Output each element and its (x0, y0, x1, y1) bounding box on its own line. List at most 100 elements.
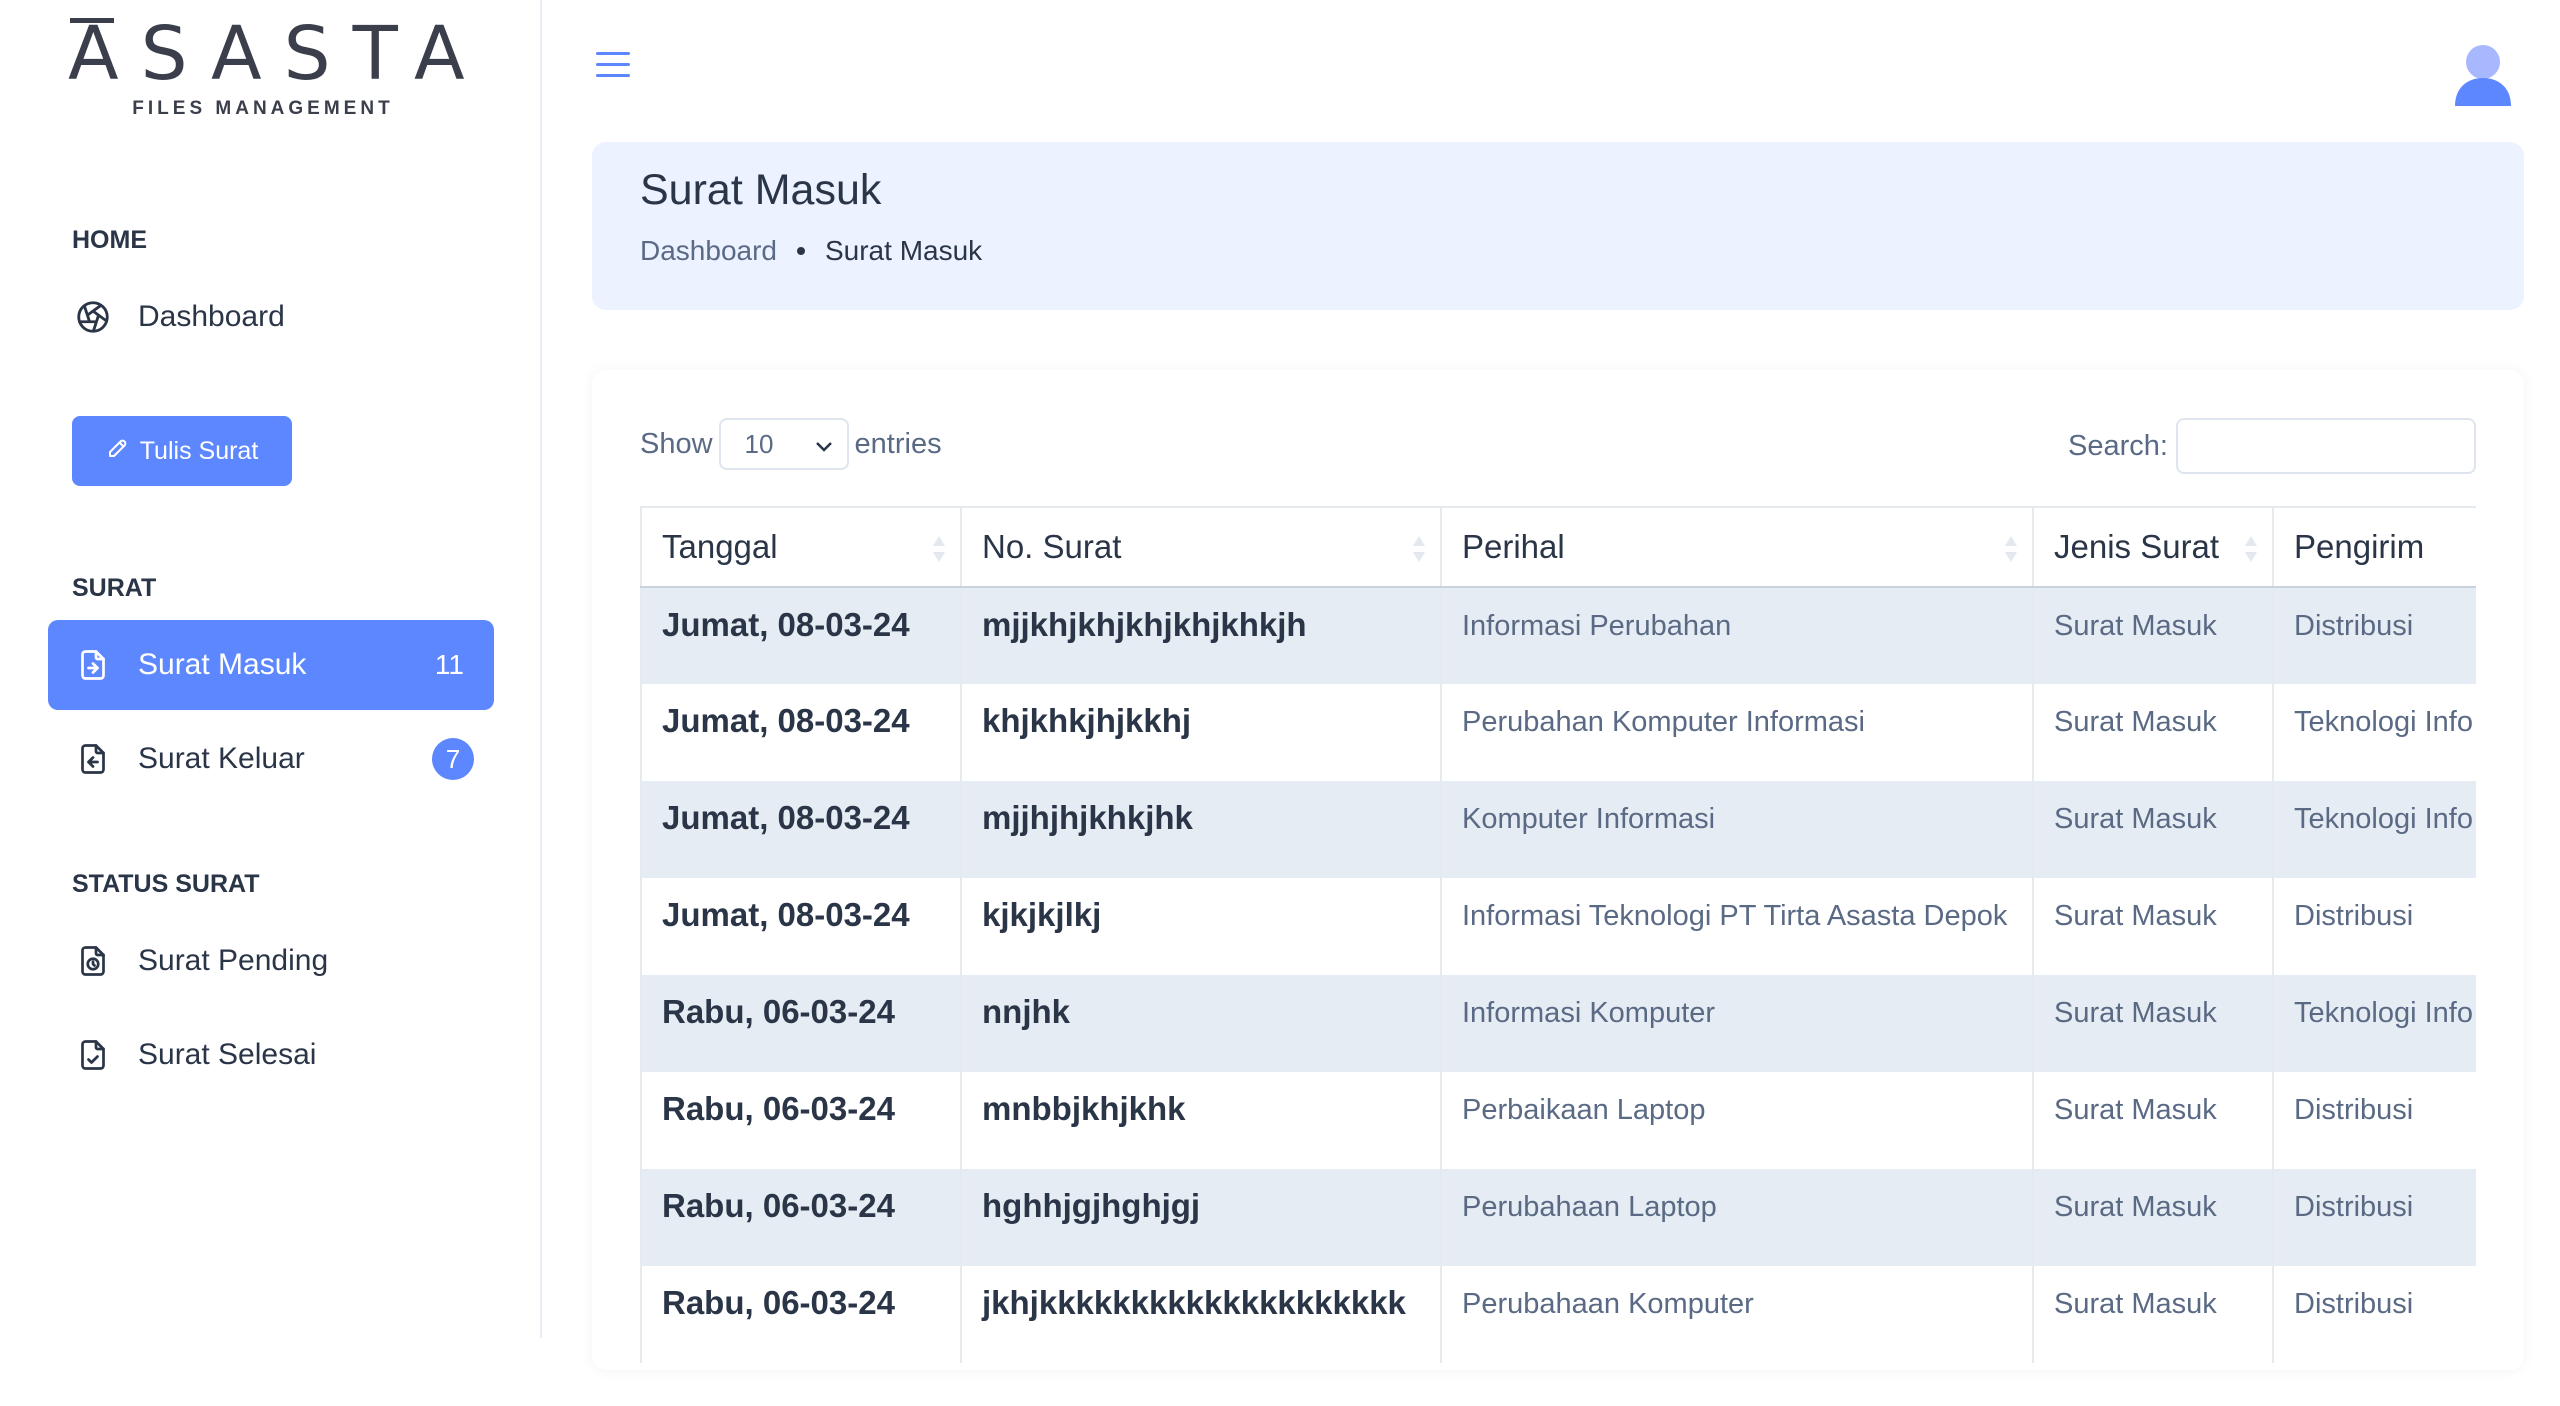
aperture-icon (72, 296, 114, 338)
table-cell-jen: Surat Masuk (2032, 1266, 2274, 1363)
table-cell-no: hghhjgjhghjgj (960, 1169, 1442, 1266)
table-header-row: Tanggal No. Surat Perihal Jenis Surat Pe… (640, 506, 2476, 588)
table-cell-per: Informasi Komputer (1440, 975, 2034, 1072)
table-row[interactable]: Jumat, 08-03-24 kjkjkjlkj Informasi Teknol… (640, 878, 2476, 975)
table-cell-date: Jumat, 08-03-24 (640, 587, 962, 684)
nav-caption-status: STATUS SURAT (72, 870, 260, 898)
search-label: Search: (2068, 429, 2168, 462)
table-cell-per: Informasi Teknologi PT Tirta Asasta Depo… (1440, 878, 2034, 975)
sidebar-item-surat-selesai[interactable]: Surat Selesai (48, 1010, 494, 1100)
sort-icon (2245, 536, 2257, 562)
table-cell-jen: Surat Masuk (2032, 684, 2274, 781)
pencil-icon (106, 436, 130, 467)
table-cell-no: kjkjkjlkj (960, 878, 1442, 975)
entries-select-value: 10 (744, 428, 774, 459)
sidebar-item-dashboard[interactable]: Dashboard (48, 272, 494, 362)
table-cell-date: Jumat, 08-03-24 (640, 878, 962, 975)
table-cell-no: khjkhkjhjkkhj (960, 684, 1442, 781)
table-row[interactable]: Jumat, 08-03-24 mjjkhjkhjkhjkhjkhkjh Infor… (640, 587, 2476, 684)
table-cell-jen: Surat Masuk (2032, 587, 2274, 684)
sidebar-item-surat-masuk[interactable]: Surat Masuk 11 (48, 620, 494, 710)
table-cell-jen: Surat Masuk (2032, 1072, 2274, 1169)
sort-icon (1413, 536, 1425, 562)
table-cell-jen: Surat Masuk (2032, 1169, 2274, 1266)
table-cell-date: Rabu, 06-03-24 (640, 975, 962, 1072)
table-cell-no: mnbbjkhjkhk (960, 1072, 1442, 1169)
write-letter-button[interactable]: Tulis Surat (72, 416, 292, 486)
table-row[interactable]: Jumat, 08-03-24 mjjhjhjkhkjhk Komputer Inf… (640, 781, 2476, 878)
search-control: Search: (2068, 418, 2476, 474)
letters-table: Tanggal No. Surat Perihal Jenis Surat Pe… (640, 506, 2476, 1363)
breadcrumb-dashboard[interactable]: Dashboard (640, 235, 777, 267)
file-check-icon (72, 1034, 114, 1076)
table-cell-pen: Teknologi Info (2272, 781, 2476, 878)
table-cell-per: Perubahaan Komputer (1440, 1266, 2034, 1363)
column-header-no-surat[interactable]: No. Surat (960, 506, 1442, 588)
breadcrumb-current: Surat Masuk (824, 235, 983, 266)
logo-macron (70, 18, 114, 23)
table-card: Show 10 entries Search: Tanggal No. Sura… (592, 370, 2524, 1370)
table-cell-no: mjjkhjkhjkhjkhjkhkjh (960, 587, 1442, 684)
logo-subtitle: FILES MANAGEMENT (132, 98, 394, 119)
table-cell-jen: Surat Masuk (2032, 781, 2274, 878)
table-row[interactable]: Jumat, 08-03-24 khjkhkjhjkkhj Perubahan Ko… (640, 684, 2476, 781)
table-cell-per: Informasi Perubahan (1440, 587, 2034, 684)
table-row[interactable]: Rabu, 06-03-24 hghhjgjhghjgj Perubahaan La… (640, 1169, 2476, 1266)
column-header-perihal[interactable]: Perihal (1440, 506, 2034, 588)
breadcrumb-separator (796, 247, 805, 255)
menu-toggle-icon[interactable] (596, 52, 630, 82)
column-header-tanggal[interactable]: Tanggal (640, 506, 962, 588)
sidebar-item-surat-keluar[interactable]: Surat Keluar 7 (48, 714, 494, 804)
table-cell-no: mjjhjhjkhkjhk (960, 781, 1442, 878)
column-header-jenis-surat[interactable]: Jenis Surat (2032, 506, 2274, 588)
entries-label: entries (854, 427, 942, 460)
table-cell-date: Jumat, 08-03-24 (640, 781, 962, 878)
table-viewport: Tanggal No. Surat Perihal Jenis Surat Pe… (640, 506, 2476, 1406)
sidebar-item-label: Dashboard (138, 300, 285, 333)
sidebar-item-label: Surat Masuk (138, 648, 307, 681)
breadcrumb: Dashboard Surat Masuk (640, 235, 2524, 267)
table-cell-no: nnjhk (960, 975, 1442, 1072)
logo-word: ASASTA (68, 11, 487, 97)
table-cell-date: Rabu, 06-03-24 (640, 1266, 962, 1363)
table-cell-pen: Teknologi Info (2272, 684, 2476, 781)
table-cell-per: Perubahan Komputer Informasi (1440, 684, 2034, 781)
table-cell-pen: Distribusi (2272, 1169, 2476, 1266)
nav-caption-surat: SURAT (72, 574, 157, 602)
sort-icon (933, 536, 945, 562)
search-input[interactable] (2176, 418, 2476, 474)
table-cell-per: Perubahaan Laptop (1440, 1169, 2034, 1266)
write-letter-label: Tulis Surat (139, 436, 259, 465)
nav-caption-home: HOME (72, 226, 147, 254)
table-cell-pen: Distribusi (2272, 1072, 2476, 1169)
entries-select[interactable]: 10 (718, 418, 849, 470)
logo[interactable]: ASASTA FILES MANAGEMENT (68, 11, 487, 120)
table-cell-pen: Distribusi (2272, 1266, 2476, 1363)
count-badge: 11 (434, 649, 464, 680)
count-badge: 7 (432, 738, 474, 780)
table-cell-per: Perbaikaan Laptop (1440, 1072, 2034, 1169)
sort-icon (2005, 536, 2017, 562)
file-import-icon (72, 644, 114, 686)
table-cell-date: Rabu, 06-03-24 (640, 1169, 962, 1266)
table-cell-per: Komputer Informasi (1440, 781, 2034, 878)
table-cell-pen: Distribusi (2272, 587, 2476, 684)
file-clock-icon (72, 940, 114, 982)
table-row[interactable]: Rabu, 06-03-24 jkhjkkkkkkkkkkkkkkkkkkkk Pe… (640, 1266, 2476, 1363)
table-cell-pen: Distribusi (2272, 878, 2476, 975)
page-banner: Surat Masuk Dashboard Surat Masuk (592, 142, 2524, 310)
table-cell-date: Jumat, 08-03-24 (640, 684, 962, 781)
entries-control: Show 10 entries (640, 418, 942, 470)
table-cell-jen: Surat Masuk (2032, 878, 2274, 975)
sidebar-item-surat-pending[interactable]: Surat Pending (48, 916, 494, 1006)
table-row[interactable]: Rabu, 06-03-24 mnbbjkhjkhk Perbaikaan Lapt… (640, 1072, 2476, 1169)
table-body: Jumat, 08-03-24 mjjkhjkhjkhjkhjkhkjh Infor… (640, 587, 2476, 1363)
table-row[interactable]: Rabu, 06-03-24 nnjhk Informasi Komputer Sur… (640, 975, 2476, 1072)
table-cell-jen: Surat Masuk (2032, 975, 2274, 1072)
show-label: Show (640, 427, 713, 460)
table-cell-no: jkhjkkkkkkkkkkkkkkkkkkkk (960, 1266, 1442, 1363)
file-export-icon (72, 738, 114, 780)
user-avatar[interactable] (2452, 40, 2514, 106)
column-header-pengirim[interactable]: Pengirim (2272, 506, 2476, 588)
sidebar-item-label: Surat Pending (138, 944, 329, 977)
